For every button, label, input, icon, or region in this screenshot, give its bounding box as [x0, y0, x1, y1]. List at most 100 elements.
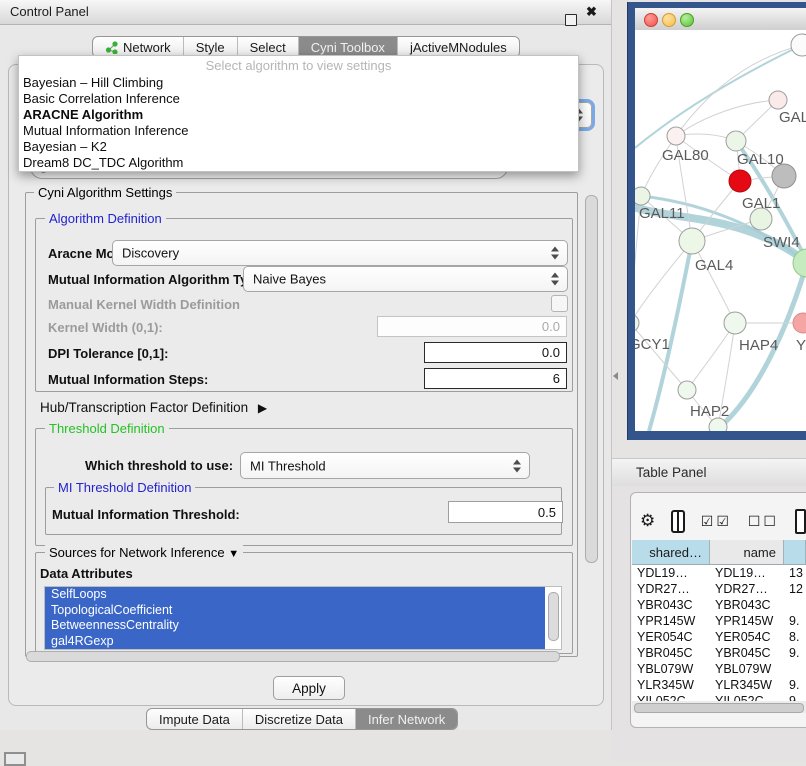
- tab-label: Select: [250, 40, 286, 55]
- dpi-tolerance-field[interactable]: 0.0: [424, 342, 567, 363]
- table-cell[interactable]: YPR145W: [710, 614, 784, 628]
- tab-cyni-toolbox[interactable]: Cyni Toolbox: [298, 37, 397, 57]
- table-cell[interactable]: YER054C: [710, 630, 784, 644]
- tab-discretize-data[interactable]: Discretize Data: [242, 709, 355, 729]
- dropdown-item-bayesian-hill-climbing[interactable]: Bayesian – Hill Climbing: [19, 75, 578, 91]
- table-cell[interactable]: YBR045C: [632, 646, 710, 660]
- mi-algorithm-type-value: Naive Bayes: [253, 272, 326, 287]
- network-node-gal-pink[interactable]: [769, 91, 787, 109]
- table-row[interactable]: YBR043CYBR043C: [632, 597, 806, 613]
- network-node-gal1[interactable]: [729, 170, 751, 192]
- network-node-gal11[interactable]: [635, 187, 650, 205]
- desktop: Control Panel ✖ NetworkStyleSelectCyni T…: [0, 0, 806, 762]
- mi-steps-field[interactable]: 6: [424, 368, 567, 389]
- tab-style[interactable]: Style: [183, 37, 237, 57]
- network-canvas[interactable]: GALGAL80GAL10GAL1GAL11SWI4GAL4GCY1HAP4YH…: [635, 30, 806, 431]
- table-cell[interactable]: YLR345W: [632, 678, 710, 692]
- table-cell[interactable]: 9.: [784, 614, 806, 628]
- attribute-item-topologicalcoefficient[interactable]: TopologicalCoefficient: [45, 603, 545, 619]
- dropdown-item-aracne-algorithm[interactable]: ARACNE Algorithm: [19, 107, 578, 123]
- which-threshold-label: Which threshold to use:: [85, 458, 233, 473]
- table-cell[interactable]: YLR345W: [710, 678, 784, 692]
- network-node-gal10[interactable]: [726, 131, 746, 151]
- attribute-list-scrollbar[interactable]: [548, 592, 559, 641]
- table-row[interactable]: YBL079WYBL079W: [632, 661, 806, 677]
- attribute-item-betweennesscentrality[interactable]: BetweennessCentrality: [45, 618, 545, 634]
- cyni-algorithm-settings-title: Cyni Algorithm Settings: [34, 185, 176, 200]
- tab-network[interactable]: Network: [93, 37, 183, 57]
- table-cell[interactable]: YBL079W: [632, 662, 710, 676]
- tab-impute-data[interactable]: Impute Data: [147, 709, 242, 729]
- panel-divider-handle[interactable]: [613, 372, 618, 380]
- table-cell[interactable]: 12: [784, 582, 806, 596]
- table-row[interactable]: YLR345WYLR345W9.: [632, 677, 806, 693]
- tab-infer-network[interactable]: Infer Network: [355, 709, 457, 729]
- table-cell[interactable]: YPR145W: [632, 614, 710, 628]
- settings-gear-icon[interactable]: ⚙: [640, 511, 655, 531]
- minimize-window-icon[interactable]: [662, 13, 676, 27]
- aracne-mode-combobox[interactable]: Discovery: [112, 240, 568, 266]
- network-node-top-right[interactable]: [791, 34, 806, 56]
- table-row[interactable]: YBR045CYBR045C9.: [632, 645, 806, 661]
- hub-definition-toggle[interactable]: Hub/Transcription Factor Definition ▶: [40, 400, 267, 415]
- sources-group-title[interactable]: Sources for Network Inference ▼: [45, 545, 243, 560]
- network-node-gcy1[interactable]: [635, 314, 639, 332]
- table-cell[interactable]: 8.: [784, 630, 806, 644]
- dpi-tolerance-label: DPI Tolerance [0,1]:: [48, 346, 168, 361]
- attribute-item-gal4rgexp[interactable]: gal4RGexp: [45, 634, 545, 650]
- table-cell[interactable]: YDR27…: [632, 582, 710, 596]
- table-row[interactable]: YER054CYER054C8.: [632, 629, 806, 645]
- column-header-extra[interactable]: [784, 540, 806, 565]
- table-cell[interactable]: 9.: [784, 646, 806, 660]
- table-cell[interactable]: 13: [784, 566, 806, 580]
- close-panel-icon[interactable]: ✖: [586, 4, 597, 20]
- table-cell[interactable]: YER054C: [632, 630, 710, 644]
- dropdown-item-basic-correlation-inference[interactable]: Basic Correlation Inference: [19, 91, 578, 107]
- network-node-hap4[interactable]: [724, 312, 746, 334]
- function-builder-icon[interactable]: [795, 509, 806, 534]
- tab-select[interactable]: Select: [237, 37, 298, 57]
- close-window-icon[interactable]: [644, 13, 658, 27]
- zoom-window-icon[interactable]: [680, 13, 694, 27]
- table-cell[interactable]: YDL19…: [632, 566, 710, 580]
- attribute-item-selfloops[interactable]: SelfLoops: [45, 587, 545, 603]
- tab-jactivemnodules[interactable]: jActiveMNodules: [397, 37, 519, 57]
- table-horizontal-scrollbar[interactable]: [632, 701, 806, 713]
- which-threshold-combobox[interactable]: MI Threshold: [240, 452, 530, 479]
- apply-button[interactable]: Apply: [273, 676, 345, 700]
- table-cell[interactable]: 9.: [784, 678, 806, 692]
- dropdown-item-bayesian-k2[interactable]: Bayesian – K2: [19, 139, 578, 155]
- float-panel-icon[interactable]: [565, 14, 577, 26]
- minimized-panel-icon[interactable]: [4, 752, 26, 766]
- column-header-name[interactable]: name: [710, 540, 784, 565]
- table-cell[interactable]: YDR27…: [710, 582, 784, 596]
- network-node-salmon[interactable]: [793, 313, 806, 333]
- table-row[interactable]: YDL19…YDL19…13: [632, 565, 806, 581]
- show-columns-icon[interactable]: ☑☑: [701, 513, 732, 530]
- mi-algorithm-type-combobox[interactable]: Naive Bayes: [243, 266, 568, 292]
- settings-vertical-scrollbar[interactable]: [584, 193, 597, 649]
- table-cell[interactable]: YBR043C: [632, 598, 710, 612]
- network-node-hap2[interactable]: [678, 381, 696, 399]
- table-cell[interactable]: YBR043C: [710, 598, 784, 612]
- table-row[interactable]: YPR145WYPR145W9.: [632, 613, 806, 629]
- mi-steps-label: Mutual Information Steps:: [48, 372, 208, 387]
- column-header-shared-[interactable]: shared…: [632, 540, 710, 565]
- hide-columns-icon[interactable]: ☐☐: [748, 513, 779, 530]
- mi-threshold-field[interactable]: 0.5: [448, 501, 563, 523]
- table-row[interactable]: YDR27…YDR27…12: [632, 581, 806, 597]
- dropdown-item-mutual-information-inference[interactable]: Mutual Information Inference: [19, 123, 578, 139]
- settings-horizontal-scrollbar[interactable]: [25, 650, 598, 661]
- network-window-titlebar[interactable]: [635, 8, 806, 31]
- dropdown-item-dream8-dc-tdc-algorithm[interactable]: Dream8 DC_TDC Algorithm: [19, 155, 578, 171]
- mi-threshold-group-title: MI Threshold Definition: [54, 480, 195, 495]
- split-view-icon[interactable]: [671, 510, 685, 533]
- network-edge: [687, 323, 735, 390]
- table-cell[interactable]: YBR045C: [710, 646, 784, 660]
- table-cell[interactable]: YDL19…: [710, 566, 784, 580]
- data-attributes-label: Data Attributes: [40, 566, 133, 581]
- table-cell[interactable]: YBL079W: [710, 662, 784, 676]
- network-node-gal4[interactable]: [679, 228, 705, 254]
- collapse-arrow-icon: ▼: [228, 548, 239, 560]
- network-node-gal80[interactable]: [667, 127, 685, 145]
